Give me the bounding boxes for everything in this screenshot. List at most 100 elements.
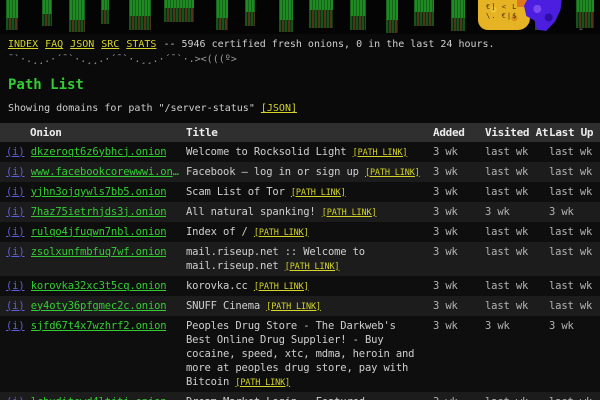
site-title: Welcome to Rocksolid Light	[186, 146, 346, 158]
visited-cell: 3 wk	[481, 316, 545, 392]
visited-cell: last wk	[481, 296, 545, 316]
path-link[interactable]: [PATH LINK]	[365, 168, 420, 178]
lastup-cell: last wk	[545, 162, 600, 182]
table-row: (i) zsolxunfmbfuq7wf.onionmail.riseup.ne…	[0, 242, 600, 276]
visited-cell: last wk	[481, 222, 545, 242]
lastup-cell: last wk	[545, 242, 600, 276]
col-header-visited: Visited At	[481, 123, 545, 142]
wave-fish-ascii: ¯`·.¸¸.·´¯`·.¸¸.·´¯`·.¸¸.·´¯`·.><(((º>	[0, 50, 600, 65]
banner-art-block	[129, 0, 151, 30]
nav-link-json[interactable]: JSON	[70, 39, 94, 50]
banner-art-block	[164, 0, 194, 22]
onion-address-link[interactable]: 7haz75ietrhjds3j.onion	[31, 205, 167, 219]
lastup-cell: last wk	[545, 276, 600, 296]
visited-cell: last wk	[481, 142, 545, 162]
lastup-cell: last wk	[545, 392, 600, 400]
visited-cell: last wk	[481, 242, 545, 276]
info-icon-link[interactable]: (i)	[6, 146, 25, 158]
onion-address-link[interactable]: sjfd67t4x7wzhrf2.onion	[31, 319, 167, 333]
banner-art-block	[245, 0, 255, 26]
added-cell: 3 wk	[429, 222, 481, 242]
lastup-cell: 3 wk	[545, 202, 600, 222]
lastup-cell: 3 wk	[545, 316, 600, 392]
added-cell: 3 wk	[429, 142, 481, 162]
banner-art-block	[101, 0, 109, 24]
added-cell: 3 wk	[429, 296, 481, 316]
table-row: (i) sjfd67t4x7wzhrf2.onion Peoples Drug S…	[0, 316, 600, 392]
corner-dash: -	[578, 24, 584, 35]
banner-art-block	[42, 0, 52, 26]
onion-address-link[interactable]: yjhn3ojqywls7bb5.onion	[31, 185, 167, 199]
site-title: SNUFF Cinema	[186, 300, 260, 312]
top-nav: INDEXFAQJSONSRCSTATS-- 5946 certified fr…	[0, 34, 600, 50]
nav-link-faq[interactable]: FAQ	[45, 39, 63, 50]
onion-address-link[interactable]: dkzeroqt6z6ybhcj.onion	[31, 145, 167, 159]
visited-cell: 3 wk	[481, 202, 545, 222]
path-link[interactable]: [PATH LINK]	[285, 262, 340, 272]
table-row: (i) yjhn3ojqywls7bb5.onion Scam List of T…	[0, 182, 600, 202]
nav-link-src[interactable]: SRC	[101, 39, 119, 50]
path-link[interactable]: [PATH LINK]	[291, 188, 346, 198]
nav-link-index[interactable]: INDEX	[8, 39, 38, 50]
onion-address-link[interactable]: zsolxunfmbfuq7wf.onion	[31, 245, 167, 259]
added-cell: 3 wk	[429, 392, 481, 400]
onion-address-link[interactable]: www.facebookcorewwwi.onion	[31, 165, 181, 179]
visited-cell: last wk	[481, 276, 545, 296]
col-header-added: Added	[429, 123, 481, 142]
col-header-title: Title	[184, 123, 429, 142]
purple-art-blob	[524, 0, 562, 31]
site-title: Peoples Drug Store - The Darkweb's Best …	[186, 320, 414, 388]
info-icon-link[interactable]: (i)	[6, 280, 25, 292]
lastup-cell: last wk	[545, 222, 600, 242]
site-title: korovka.cc	[186, 280, 248, 292]
banner-art-block	[279, 0, 293, 32]
info-icon-link[interactable]: (i)	[6, 300, 25, 312]
info-icon-link[interactable]: (i)	[6, 320, 25, 332]
onion-address-link[interactable]: lchuditewd4ltjti.onion	[31, 395, 167, 400]
visited-cell: last wk	[481, 392, 545, 400]
subtitle: Showing domains for path "/server-status…	[8, 103, 600, 114]
path-link[interactable]: [PATH LINK]	[353, 148, 408, 158]
col-header-lastup: Last Up	[545, 123, 600, 142]
path-link[interactable]: [PATH LINK]	[266, 302, 321, 312]
path-link[interactable]: [PATH LINK]	[254, 282, 309, 292]
onion-address-link[interactable]: rulqo4jfuqwn7nbl.onion	[31, 225, 167, 239]
lastup-cell: last wk	[545, 142, 600, 162]
banner-art-block	[309, 0, 333, 28]
visited-cell: last wk	[481, 182, 545, 202]
banner-art-block	[69, 0, 85, 32]
path-link[interactable]: [PATH LINK]	[254, 228, 309, 238]
site-title: Dream Market Login – Featured anonymous …	[186, 396, 365, 400]
info-icon-link[interactable]: (i)	[6, 226, 25, 238]
visited-cell: last wk	[481, 162, 545, 182]
onion-table-body: (i) dkzeroqt6z6ybhcj.onion Welcome to Roc…	[0, 142, 600, 400]
info-icon-link[interactable]: (i)	[6, 186, 25, 198]
json-link[interactable]: [JSON]	[261, 103, 297, 114]
site-title: All natural spanking!	[186, 206, 316, 218]
table-row: (i) korovka32xc3t5cq.onion korovka.cc [PA…	[0, 276, 600, 296]
table-row: (i) ey4oty36pfgmec2c.onion SNUFF Cinema […	[0, 296, 600, 316]
onion-address-link[interactable]: ey4oty36pfgmec2c.onion	[31, 299, 167, 313]
onion-table: Onion Title Added Visited At Last Up (i)…	[0, 123, 600, 400]
path-link[interactable]: [PATH LINK]	[322, 208, 377, 218]
added-cell: 3 wk	[429, 242, 481, 276]
nav-links: INDEX FAQ JSON SRC STATS	[8, 39, 163, 50]
table-header-row: Onion Title Added Visited At Last Up	[0, 123, 600, 142]
table-row: (i) 7haz75ietrhjds3j.onion All natural sp…	[0, 202, 600, 222]
nav-link-stats[interactable]: STATS	[126, 39, 156, 50]
table-row: (i) www.facebookcorewwwi.onion Facebook –…	[0, 162, 600, 182]
banner-art-block	[451, 0, 465, 31]
banner-art-block	[386, 0, 398, 33]
info-icon-link[interactable]: (i)	[6, 206, 25, 218]
site-title: Facebook – log in or sign up	[186, 166, 359, 178]
info-icon-link[interactable]: (i)	[6, 166, 25, 178]
path-link[interactable]: [PATH LINK]	[235, 378, 290, 388]
info-icon-link[interactable]: (i)	[6, 246, 25, 258]
banner-art-block	[216, 0, 228, 30]
site-title: Scam List of Tor	[186, 186, 285, 198]
page-title: Path List	[8, 77, 600, 93]
added-cell: 3 wk	[429, 182, 481, 202]
onion-address-link[interactable]: korovka32xc3t5cq.onion	[31, 279, 167, 293]
info-icon-link[interactable]: (i)	[6, 396, 25, 400]
col-header-onion: Onion	[0, 123, 184, 142]
